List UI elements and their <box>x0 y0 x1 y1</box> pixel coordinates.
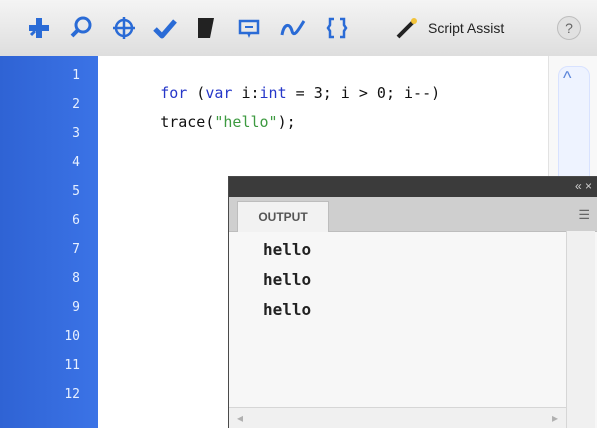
scroll-left-icon[interactable]: ◂ <box>237 411 243 425</box>
scroll-right-icon[interactable]: ▸ <box>552 411 558 425</box>
string-literal: "hello" <box>214 113 278 131</box>
output-text: hello hello hello <box>263 235 311 325</box>
help-button[interactable]: ? <box>557 16 581 40</box>
tab-output[interactable]: OUTPUT <box>237 201 329 232</box>
output-line: hello <box>263 270 312 289</box>
output-line: hello <box>263 240 312 259</box>
line-number: 3 <box>72 126 80 141</box>
check-syntax-icon[interactable] <box>150 12 180 44</box>
script-assist-button[interactable]: Script Assist <box>394 14 504 42</box>
show-code-hint-icon[interactable] <box>234 12 264 44</box>
close-panel-icon[interactable]: × <box>585 179 592 193</box>
collapse-braces-icon[interactable] <box>322 12 352 44</box>
line-number: 12 <box>64 387 80 402</box>
line-number: 9 <box>72 300 80 315</box>
panel-controls[interactable]: « × <box>575 179 592 193</box>
line-number: 11 <box>64 358 80 373</box>
output-horizontal-scrollbar[interactable]: ◂ ▸ <box>229 407 566 428</box>
target-icon[interactable] <box>108 12 140 44</box>
line-number: 2 <box>72 97 80 112</box>
panel-menu-icon[interactable]: ☰ <box>578 207 590 223</box>
line-number: 5 <box>72 184 80 199</box>
output-panel: « × OUTPUT ☰ hello hello hello ◂ ▸ <box>228 176 597 428</box>
line-number: 4 <box>72 155 80 170</box>
tab-output-label: OUTPUT <box>258 210 308 224</box>
help-icon: ? <box>565 20 573 36</box>
output-line: hello <box>263 300 312 319</box>
chevron-up-icon[interactable]: ^ <box>563 68 571 89</box>
line-number: 10 <box>64 329 80 344</box>
add-statement-icon[interactable] <box>24 12 54 44</box>
code-text: = 3; i > 0; i--) <box>286 84 441 102</box>
line-number: 1 <box>72 68 80 83</box>
line-number-gutter: 1 2 3 4 5 6 7 8 9 10 11 12 <box>0 56 98 428</box>
find-icon[interactable] <box>66 12 96 44</box>
code-text: ); <box>277 113 296 131</box>
panel-title-bar[interactable]: « × <box>229 177 597 197</box>
magic-wand-icon <box>396 18 417 39</box>
toolbar: Script Assist ? <box>0 0 597 57</box>
panel-tab-row: OUTPUT ☰ <box>229 197 597 232</box>
format-code-icon[interactable] <box>192 12 220 44</box>
line-number: 6 <box>72 213 80 228</box>
output-vertical-scrollbar[interactable] <box>566 231 595 428</box>
code-text: trace( <box>160 113 215 131</box>
debug-options-icon[interactable] <box>276 12 310 44</box>
line-number: 7 <box>72 242 80 257</box>
script-assist-label: Script Assist <box>428 20 505 36</box>
actions-editor: Script Assist ? 1 2 3 4 5 6 7 8 9 10 11 … <box>0 0 597 428</box>
line-number: 8 <box>72 271 80 286</box>
code-line-2: trace("hello"); <box>106 95 296 149</box>
collapse-panel-icon[interactable]: « <box>575 179 582 193</box>
